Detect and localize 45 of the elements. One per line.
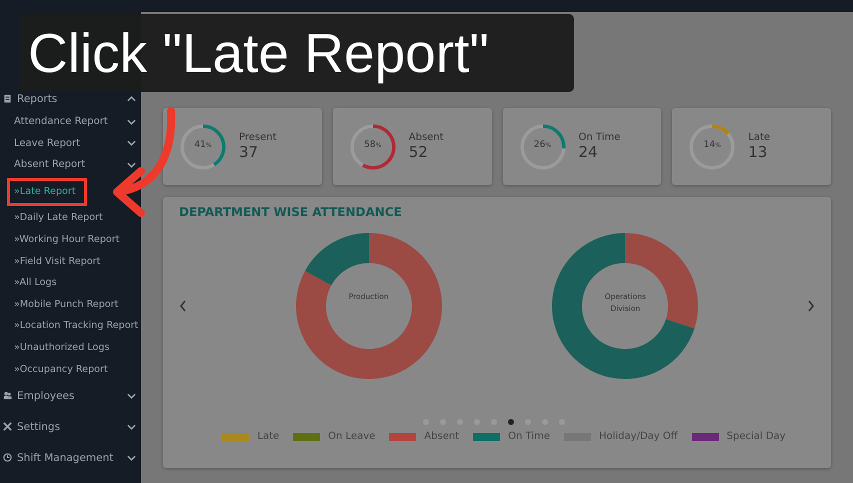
- chevron-icon: [127, 454, 136, 461]
- sidebar-link[interactable]: »All Logs: [0, 272, 141, 294]
- legend-label: Absent: [424, 431, 460, 442]
- sidebar-link[interactable]: »Daily Late Report: [0, 207, 141, 229]
- sidebar-link[interactable]: »Late Report: [0, 180, 141, 202]
- legend-label: On Time: [508, 431, 550, 442]
- sidebar-link[interactable]: »Mobile Punch Report: [0, 294, 141, 316]
- clipboard-icon: [3, 94, 12, 103]
- people-icon: [3, 391, 12, 400]
- legend-label: Holiday/Day Off: [598, 431, 678, 442]
- previous-icon[interactable]: [179, 300, 187, 312]
- legend-label: Late: [257, 431, 280, 442]
- clock-icon: [3, 453, 12, 462]
- chevron-icon: [127, 96, 136, 102]
- stat-label: Present: [239, 132, 277, 143]
- sidebar-item[interactable]: Settings: [0, 411, 141, 442]
- chevron-icon: [127, 162, 136, 168]
- tools-icon: [3, 422, 12, 432]
- stat-value: 52: [408, 143, 429, 161]
- legend-label: Special Day: [726, 431, 786, 442]
- stat-value: 37: [239, 143, 260, 161]
- sidebar-link[interactable]: »Working Hour Report: [0, 228, 141, 251]
- sidebar-link[interactable]: »Unauthorized Logs: [0, 336, 141, 359]
- chevron-icon: [127, 424, 136, 430]
- caption-banner: Click "Late Report": [19, 14, 574, 92]
- stat-value: 13: [748, 143, 768, 161]
- sidebar-item[interactable]: Shift Management: [0, 442, 141, 474]
- panel-title: DEPARTMENT WISE ATTENDANCE: [179, 205, 403, 219]
- sidebar-link[interactable]: »Field Visit Report: [0, 250, 141, 272]
- sidebar-item[interactable]: Leave Report: [0, 132, 141, 154]
- sidebar-item[interactable]: Employees: [0, 380, 141, 412]
- chevron-icon: [127, 392, 136, 399]
- stat-value: 24: [578, 143, 599, 161]
- next-icon[interactable]: [806, 300, 815, 312]
- legend-label: On Leave: [328, 431, 376, 442]
- sidebar-item[interactable]: Attendance Report: [0, 111, 141, 133]
- stat-label: Absent: [408, 132, 444, 143]
- chevron-icon: [127, 118, 136, 125]
- carousel-dot[interactable]: [508, 419, 514, 425]
- sidebar-item[interactable]: Absent Report: [0, 154, 141, 176]
- sidebar-link[interactable]: »Location Tracking Report: [0, 315, 141, 337]
- chevron-icon: [127, 140, 136, 146]
- stat-label: Late: [748, 132, 770, 143]
- stat-label: On Time: [578, 132, 620, 143]
- sidebar-link[interactable]: »Occupancy Report: [0, 358, 141, 380]
